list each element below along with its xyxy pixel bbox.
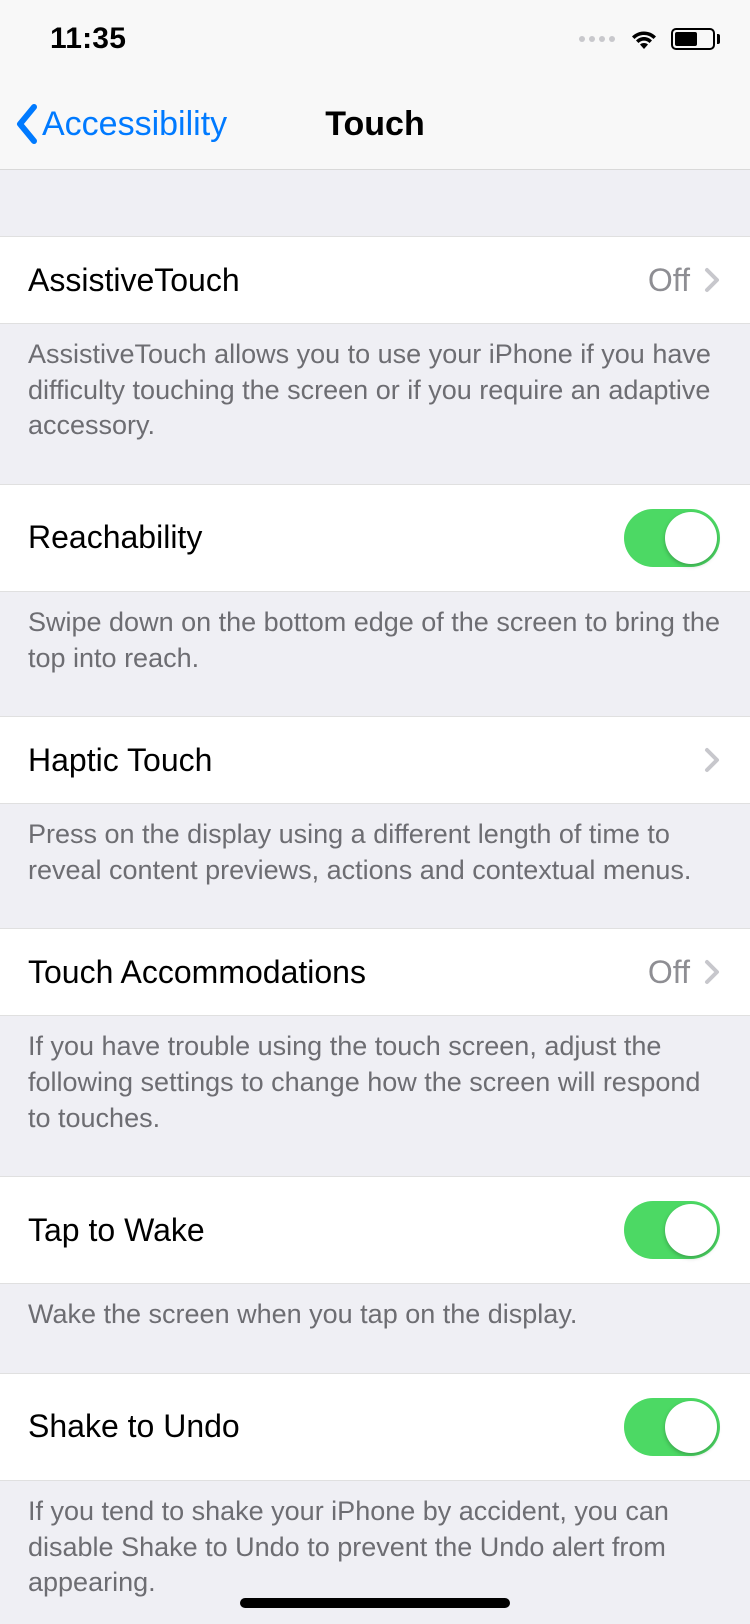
haptictouch-row[interactable]: Haptic Touch	[0, 716, 750, 804]
taptowake-label: Tap to Wake	[28, 1212, 624, 1249]
section-spacer	[0, 170, 750, 236]
assistivetouch-value: Off	[648, 262, 690, 299]
status-bar: 11:35	[0, 0, 750, 78]
content-scroll[interactable]: AssistiveTouch Off AssistiveTouch allows…	[0, 170, 750, 1624]
taptowake-footer: Wake the screen when you tap on the disp…	[0, 1283, 750, 1373]
assistivetouch-label: AssistiveTouch	[28, 262, 648, 299]
reachability-row: Reachability	[0, 484, 750, 592]
chevron-right-icon	[704, 747, 720, 773]
back-button[interactable]: Accessibility	[14, 78, 227, 170]
wifi-icon	[629, 28, 659, 50]
assistivetouch-row[interactable]: AssistiveTouch Off	[0, 236, 750, 324]
back-label: Accessibility	[42, 105, 227, 144]
shaketoundo-toggle[interactable]	[624, 1398, 720, 1456]
shaketoundo-row: Shake to Undo	[0, 1373, 750, 1481]
haptictouch-label: Haptic Touch	[28, 742, 704, 779]
touchaccom-row[interactable]: Touch Accommodations Off	[0, 928, 750, 1016]
home-indicator[interactable]	[240, 1598, 510, 1608]
chevron-right-icon	[704, 267, 720, 293]
touchaccom-value: Off	[648, 954, 690, 991]
reachability-footer: Swipe down on the bottom edge of the scr…	[0, 591, 750, 716]
shaketoundo-label: Shake to Undo	[28, 1408, 624, 1445]
assistivetouch-footer: AssistiveTouch allows you to use your iP…	[0, 323, 750, 484]
touchaccom-label: Touch Accommodations	[28, 954, 648, 991]
battery-icon	[671, 28, 720, 50]
status-time: 11:35	[50, 22, 126, 56]
reachability-label: Reachability	[28, 519, 624, 556]
nav-bar: Accessibility Touch	[0, 78, 750, 170]
touchaccom-footer: If you have trouble using the touch scre…	[0, 1015, 750, 1176]
cellular-icon	[579, 36, 615, 42]
taptowake-row: Tap to Wake	[0, 1176, 750, 1284]
taptowake-toggle[interactable]	[624, 1201, 720, 1259]
haptictouch-footer: Press on the display using a different l…	[0, 803, 750, 928]
reachability-toggle[interactable]	[624, 509, 720, 567]
chevron-right-icon	[704, 959, 720, 985]
status-right	[579, 28, 720, 50]
chevron-left-icon	[14, 103, 38, 145]
